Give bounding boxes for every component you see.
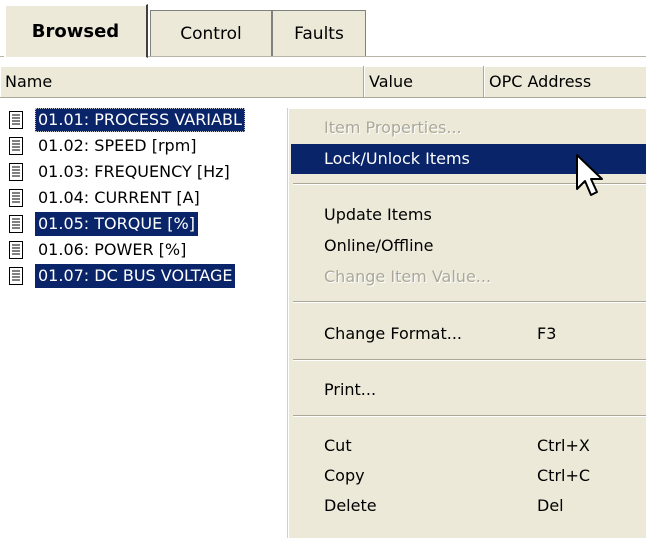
list-header: Name Value OPC Address [0, 66, 646, 98]
menu-item-online-offline-label: Online/Offline [324, 236, 434, 255]
document-icon [9, 215, 23, 233]
column-header-value[interactable]: Value [364, 66, 484, 98]
document-icon [9, 163, 23, 181]
tab-faults-label: Faults [294, 23, 344, 44]
list-item[interactable]: 01.01: PROCESS VARIABL [0, 107, 300, 133]
tab-faults[interactable]: Faults [272, 10, 366, 56]
document-icon [9, 111, 23, 129]
tab-strip: Browsed Control Faults [0, 0, 646, 59]
menu-item-lock-unlock-label: Lock/Unlock Items [324, 149, 470, 168]
menu-separator [293, 359, 646, 361]
document-icon [9, 189, 23, 207]
list-item[interactable]: 01.07: DC BUS VOLTAGE [0, 263, 300, 289]
menu-separator [293, 301, 646, 303]
column-header-name-label: Name [5, 72, 53, 91]
menu-item-copy-label: Copy [324, 466, 365, 485]
list-item-label: 01.04: CURRENT [A] [38, 188, 200, 207]
list-item[interactable]: 01.02: SPEED [rpm] [0, 133, 300, 159]
list-item[interactable]: 01.06: POWER [%] [0, 237, 300, 263]
menu-item-online-offline[interactable]: Online/Offline [291, 231, 646, 261]
tab-browsed[interactable]: Browsed [4, 4, 148, 58]
list-item-label: 01.03: FREQUENCY [Hz] [38, 162, 230, 181]
mouse-cursor-icon [576, 154, 603, 196]
tab-browsed-label: Browsed [31, 20, 120, 42]
list-item-label: 01.02: SPEED [rpm] [38, 136, 197, 155]
menu-item-change-item-value[interactable]: Change Item Value... [291, 262, 646, 292]
document-icon [9, 241, 23, 259]
document-icon [9, 267, 23, 285]
list-item-label: 01.07: DC BUS VOLTAGE [35, 264, 236, 288]
menu-item-cut-label: Cut [324, 436, 352, 455]
column-header-opc-address-label: OPC Address [489, 72, 592, 91]
menu-item-print-label: Print... [324, 380, 377, 399]
menu-separator [293, 415, 646, 417]
menu-item-copy-shortcut: Ctrl+C [537, 466, 591, 485]
column-header-opc-address[interactable]: OPC Address [484, 66, 646, 98]
menu-item-change-format[interactable]: Change Format... F3 [291, 319, 646, 349]
list-item[interactable]: 01.03: FREQUENCY [Hz] [0, 159, 300, 185]
list-item[interactable]: 01.05: TORQUE [%] [0, 211, 300, 237]
menu-item-copy[interactable]: Copy Ctrl+C [291, 461, 646, 491]
menu-item-change-format-shortcut: F3 [537, 324, 557, 343]
menu-item-properties-label: Item Properties... [324, 118, 462, 137]
list-item-label: 01.06: POWER [%] [38, 240, 187, 259]
column-header-value-label: Value [369, 72, 413, 91]
column-header-name[interactable]: Name [0, 66, 364, 98]
menu-item-change-item-value-label: Change Item Value... [324, 267, 492, 286]
menu-item-delete-label: Delete [324, 496, 377, 515]
menu-item-delete[interactable]: Delete Del [291, 491, 646, 521]
menu-item-print[interactable]: Print... [291, 375, 646, 405]
list-item-label: 01.05: TORQUE [%] [35, 212, 198, 236]
tab-control[interactable]: Control [150, 10, 272, 56]
menu-item-change-format-label: Change Format... [324, 324, 462, 343]
menu-item-properties[interactable]: Item Properties... [291, 113, 646, 143]
document-icon [9, 137, 23, 155]
menu-item-cut[interactable]: Cut Ctrl+X [291, 431, 646, 461]
menu-item-cut-shortcut: Ctrl+X [537, 436, 590, 455]
menu-item-update-items-label: Update Items [324, 205, 432, 224]
list-item[interactable]: 01.04: CURRENT [A] [0, 185, 300, 211]
menu-item-delete-shortcut: Del [537, 496, 564, 515]
tab-control-label: Control [180, 23, 242, 44]
list-item-label: 01.01: PROCESS VARIABL [35, 108, 245, 132]
